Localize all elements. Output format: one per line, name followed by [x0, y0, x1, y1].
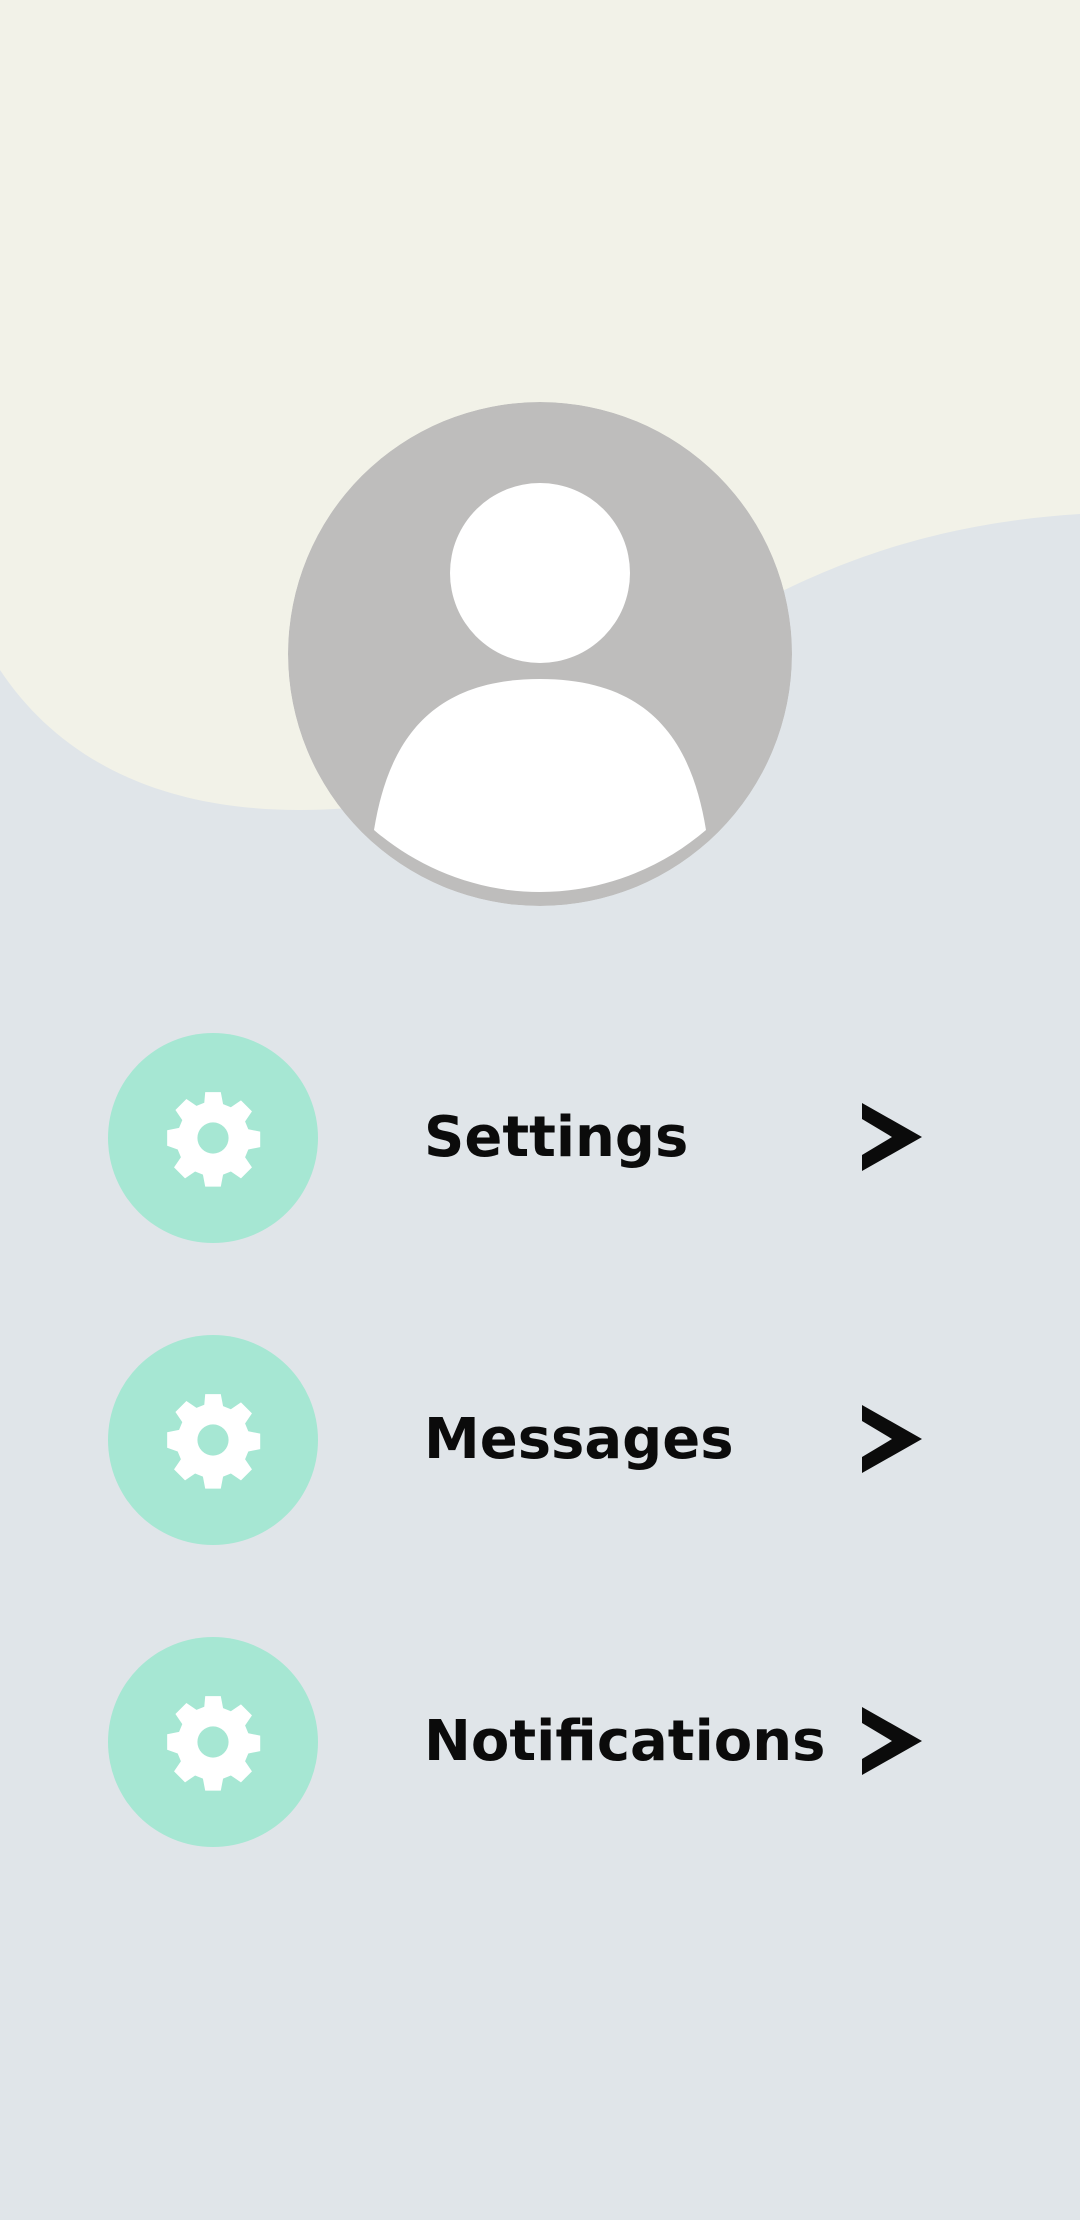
profile-screen: { "theme": { "background": "#e0e5e9", "w… [0, 0, 1080, 2220]
menu-item-messages[interactable]: Messages [0, 1335, 1080, 1545]
gear-icon [108, 1335, 318, 1545]
gear-icon [108, 1033, 318, 1243]
chevron-right-icon [862, 1707, 922, 1775]
chevron-right-icon [862, 1405, 922, 1473]
profile-avatar[interactable] [288, 402, 792, 906]
chevron-right-icon [862, 1103, 922, 1171]
menu-item-notifications[interactable]: Notifications [0, 1637, 1080, 1847]
menu-item-label: Settings [424, 1105, 689, 1170]
menu-item-settings[interactable]: Settings [0, 1033, 1080, 1243]
menu-item-label: Notifications [424, 1709, 826, 1774]
menu-item-label: Messages [424, 1407, 734, 1472]
user-avatar-icon [288, 402, 792, 906]
gear-icon [108, 1637, 318, 1847]
